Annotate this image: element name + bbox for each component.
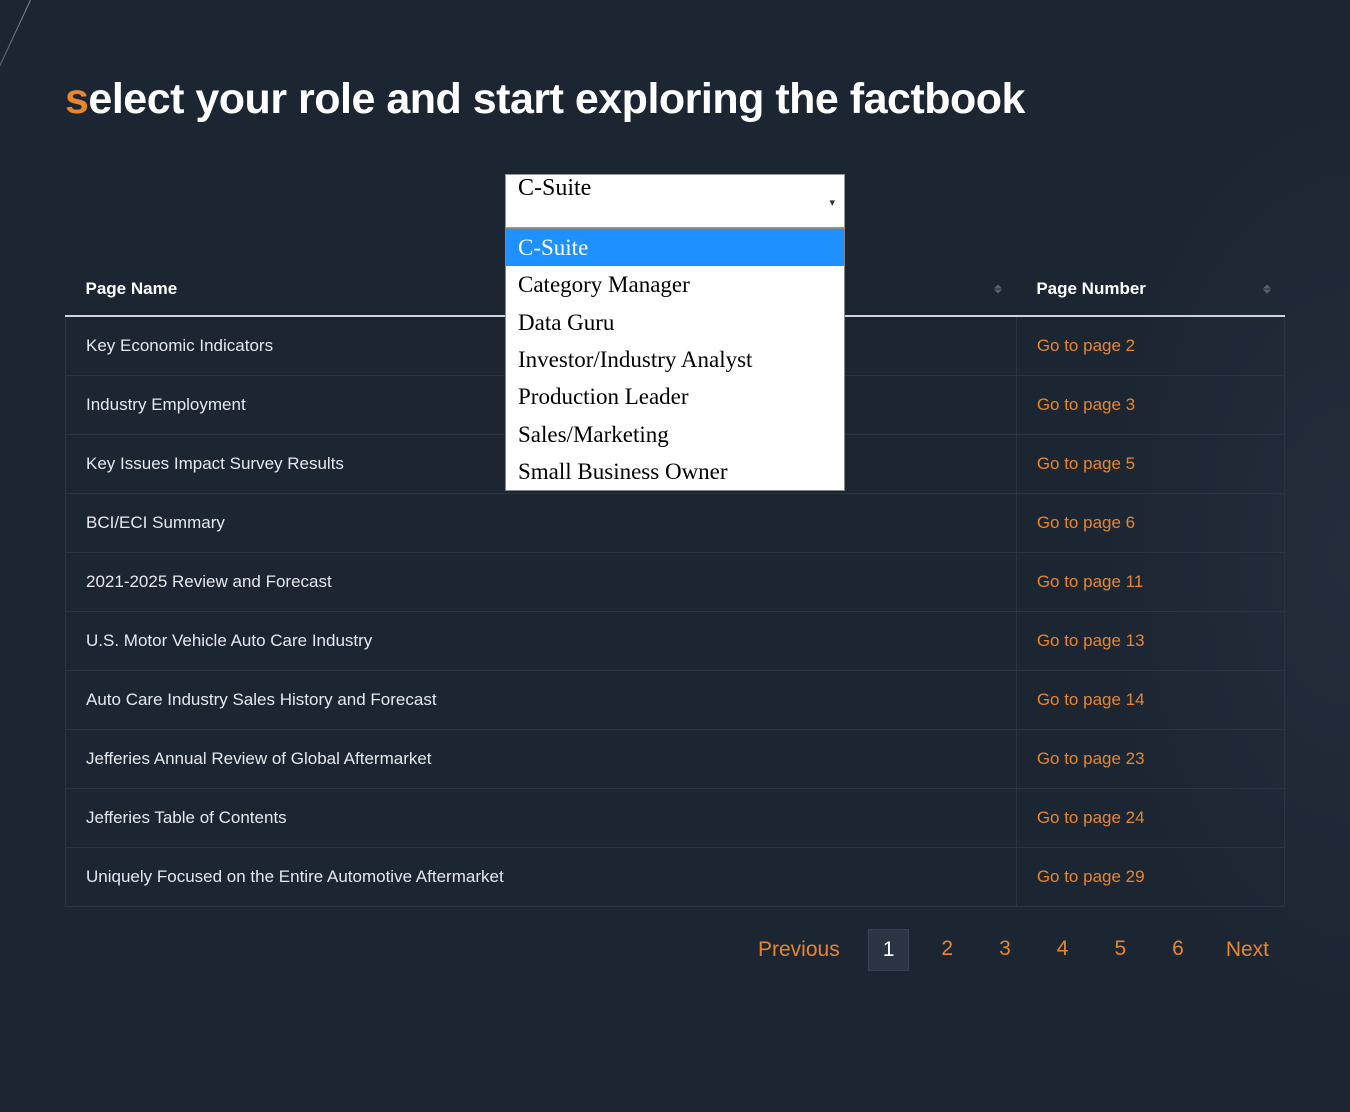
go-to-page-link[interactable]: Go to page 29 — [1037, 867, 1145, 886]
pagination: Previous 123456 Next — [65, 929, 1285, 971]
role-option[interactable]: Category Manager — [506, 266, 844, 303]
role-option[interactable]: Data Guru — [506, 304, 844, 341]
page-name-cell: Auto Care Industry Sales History and For… — [66, 671, 1017, 730]
page-number-button[interactable]: 4 — [1043, 929, 1083, 971]
table-row: U.S. Motor Vehicle Auto Care Industry Go … — [66, 612, 1285, 671]
role-select[interactable]: C-Suite — [505, 174, 845, 228]
sort-icon — [1263, 285, 1271, 294]
page-link-cell: Go to page 5 — [1016, 435, 1284, 494]
role-option[interactable]: Sales/Marketing — [506, 416, 844, 453]
role-option[interactable]: Production Leader — [506, 378, 844, 415]
go-to-page-link[interactable]: Go to page 23 — [1037, 749, 1145, 768]
title-rest: elect your role and start exploring the … — [88, 75, 1025, 123]
column-header-page-number[interactable]: Page Number — [1016, 263, 1284, 316]
page-number-button[interactable]: 1 — [868, 929, 910, 971]
go-to-page-link[interactable]: Go to page 3 — [1037, 395, 1135, 414]
table-row: Uniquely Focused on the Entire Automotiv… — [66, 848, 1285, 907]
go-to-page-link[interactable]: Go to page 14 — [1037, 690, 1145, 709]
page-link-cell: Go to page 14 — [1016, 671, 1284, 730]
page-name-cell: BCI/ECI Summary — [66, 494, 1017, 553]
page-number-button[interactable]: 2 — [927, 929, 967, 971]
page-number-button[interactable]: 3 — [985, 929, 1025, 971]
page-link-cell: Go to page 23 — [1016, 730, 1284, 789]
page-link-cell: Go to page 24 — [1016, 789, 1284, 848]
page-name-cell: Jefferies Table of Contents — [66, 789, 1017, 848]
sort-icon — [994, 285, 1002, 294]
column-header-label: Page Number — [1036, 279, 1146, 298]
go-to-page-link[interactable]: Go to page 5 — [1037, 454, 1135, 473]
page-number-button[interactable]: 5 — [1100, 929, 1140, 971]
go-to-page-link[interactable]: Go to page 13 — [1037, 631, 1145, 650]
next-button[interactable]: Next — [1216, 930, 1279, 970]
table-row: Jefferies Table of Contents Go to page 24 — [66, 789, 1285, 848]
go-to-page-link[interactable]: Go to page 6 — [1037, 513, 1135, 532]
table-row: Jefferies Annual Review of Global Afterm… — [66, 730, 1285, 789]
page-number-button[interactable]: 6 — [1158, 929, 1198, 971]
page-title: select your role and start exploring the… — [65, 75, 1285, 124]
page-name-cell: Uniquely Focused on the Entire Automotiv… — [66, 848, 1017, 907]
go-to-page-link[interactable]: Go to page 2 — [1037, 336, 1135, 355]
page-link-cell: Go to page 2 — [1016, 316, 1284, 376]
page-link-cell: Go to page 13 — [1016, 612, 1284, 671]
table-row: Auto Care Industry Sales History and For… — [66, 671, 1285, 730]
title-accent-letter: s — [65, 75, 88, 123]
page-link-cell: Go to page 29 — [1016, 848, 1284, 907]
role-dropdown-list: C-SuiteCategory ManagerData GuruInvestor… — [505, 228, 845, 491]
column-header-label: Page Name — [86, 279, 178, 298]
page-link-cell: Go to page 3 — [1016, 376, 1284, 435]
role-option[interactable]: Small Business Owner — [506, 453, 844, 490]
go-to-page-link[interactable]: Go to page 11 — [1037, 572, 1144, 591]
table-row: 2021-2025 Review and Forecast Go to page … — [66, 553, 1285, 612]
table-row: BCI/ECI Summary Go to page 6 — [66, 494, 1285, 553]
role-option[interactable]: Investor/Industry Analyst — [506, 341, 844, 378]
go-to-page-link[interactable]: Go to page 24 — [1037, 808, 1145, 827]
page-name-cell: Jefferies Annual Review of Global Afterm… — [66, 730, 1017, 789]
page-link-cell: Go to page 11 — [1016, 553, 1284, 612]
role-option[interactable]: C-Suite — [506, 229, 844, 266]
page-link-cell: Go to page 6 — [1016, 494, 1284, 553]
previous-button[interactable]: Previous — [748, 930, 850, 970]
page-name-cell: U.S. Motor Vehicle Auto Care Industry — [66, 612, 1017, 671]
page-name-cell: 2021-2025 Review and Forecast — [66, 553, 1017, 612]
